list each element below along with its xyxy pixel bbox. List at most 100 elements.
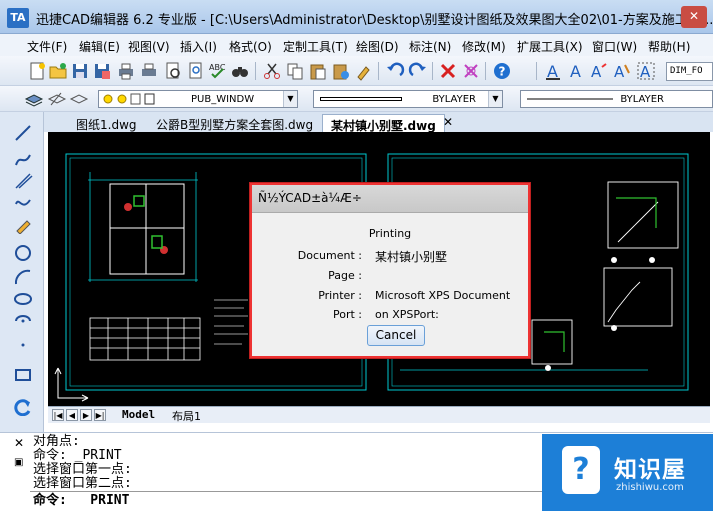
construction-line-icon[interactable] [13, 172, 33, 190]
printer-label: Printer : [318, 289, 362, 302]
menu-help[interactable]: 帮助(H) [648, 38, 690, 55]
document-label: Document : [297, 249, 362, 262]
menu-file[interactable]: 文件(F) [27, 38, 67, 55]
watermark-logo: ? 知识屋 zhishiwu.com [542, 434, 713, 511]
port-label: Port : [332, 308, 362, 321]
title-bar: TA 迅捷CAD编辑器 6.2 专业版 - [C:\Users\Administ… [0, 0, 713, 34]
menu-draw[interactable]: 绘图(D) [356, 38, 399, 55]
menu-modify[interactable]: 修改(M) [462, 38, 506, 55]
last-layout-button[interactable]: ▶| [94, 409, 106, 421]
open-file-icon[interactable] [48, 61, 68, 81]
tab-villa-plans[interactable]: 公爵B型别墅方案全套图.dwg [148, 114, 322, 132]
rectangle-icon[interactable] [13, 366, 33, 384]
arc-icon[interactable] [13, 268, 33, 286]
pin-icon[interactable]: ▣ [14, 457, 23, 468]
text-find-icon[interactable]: A [589, 61, 609, 81]
menu-dimension[interactable]: 标注(N) [409, 38, 451, 55]
paste-icon[interactable] [308, 61, 328, 81]
dialog-title-bar[interactable]: Ñ½ÝCAD±à¼­Æ÷ [252, 185, 528, 213]
circle-icon[interactable] [13, 244, 33, 262]
dimension-style-field[interactable]: DIM_FO [666, 62, 713, 81]
svg-text:?: ? [499, 65, 506, 79]
window-close-button[interactable]: ✕ [681, 6, 707, 28]
undo-icon[interactable] [385, 61, 405, 81]
next-layout-button[interactable]: ▶ [80, 409, 92, 421]
first-layout-button[interactable]: |◀ [52, 409, 64, 421]
prev-layout-button[interactable]: ◀ [66, 409, 78, 421]
logo-url: zhishiwu.com [616, 482, 684, 493]
redo-icon[interactable] [408, 61, 428, 81]
menu-window[interactable]: 窗口(W) [592, 38, 637, 55]
find-icon[interactable] [186, 61, 206, 81]
svg-text:A: A [570, 62, 581, 81]
printer-value: Microsoft XPS Document [375, 289, 511, 302]
svg-text:A: A [614, 63, 625, 81]
window-title: 迅捷CAD编辑器 6.2 专业版 - [C:\Users\Administrat… [36, 13, 713, 28]
cut-icon[interactable] [262, 61, 282, 81]
menu-format[interactable]: 格式(O) [229, 38, 272, 55]
lineweight-dropdown[interactable]: BYLAYER [520, 90, 713, 108]
tab-close-icon[interactable]: ✕ [441, 115, 455, 129]
toolbar-separator [536, 62, 537, 80]
ellipse-icon[interactable] [13, 290, 33, 308]
layer-name: PUB_WINDW [191, 94, 255, 105]
document-tabs: 图纸1.dwg 公爵B型别墅方案全套图.dwg 某村镇小别墅.dwg [44, 112, 713, 133]
delete-icon[interactable] [438, 61, 458, 81]
regenerate-icon[interactable] [13, 398, 33, 417]
cancel-button[interactable]: Cancel [367, 325, 425, 346]
text-edit-icon[interactable]: A [566, 61, 586, 81]
menu-edit[interactable]: 编辑(E) [79, 38, 120, 55]
menu-custom-tools[interactable]: 定制工具(T) [283, 38, 348, 55]
tab-model[interactable]: Model [122, 408, 155, 421]
toolbar-separator [255, 62, 256, 80]
toolbar-separator [432, 62, 433, 80]
spline-icon[interactable] [13, 194, 33, 212]
purge-icon[interactable] [461, 61, 481, 81]
layer-manager-icon[interactable] [24, 89, 44, 109]
linetype-sample [320, 97, 402, 101]
tab-village-villa[interactable]: 某村镇小别墅.dwg [322, 114, 445, 133]
spell-check-icon[interactable]: ABC [208, 61, 228, 81]
menu-view[interactable]: 视图(V) [128, 38, 170, 55]
line-icon[interactable] [13, 124, 33, 142]
ellipse-arc-icon[interactable] [13, 312, 33, 330]
toolbar-separator [485, 62, 486, 80]
copy-icon[interactable] [285, 61, 305, 81]
linetype-name: BYLAYER [432, 94, 476, 105]
linetype-dropdown[interactable]: BYLAYER ▼ [313, 90, 503, 108]
layer-state-icon[interactable] [69, 89, 89, 109]
print-setup-icon[interactable] [139, 61, 159, 81]
text-justify-icon[interactable]: A [636, 61, 656, 81]
new-file-icon[interactable] [27, 61, 47, 81]
layer-dropdown[interactable]: PUB_WINDW ▼ [98, 90, 298, 108]
save-icon[interactable] [70, 61, 90, 81]
menu-extensions[interactable]: 扩展工具(X) [517, 38, 583, 55]
binoculars-icon[interactable] [230, 61, 250, 81]
lineweight-name: BYLAYER [620, 94, 664, 105]
command-history-line: 选择窗口第一点: [33, 462, 132, 477]
point-icon[interactable] [13, 336, 33, 354]
draw-palette [0, 112, 44, 432]
menu-bar: 文件(F) 编辑(E) 视图(V) 插入(I) 格式(O) 定制工具(T) 绘图… [0, 34, 713, 56]
match-properties-icon[interactable] [354, 61, 374, 81]
command-history-line: 对角点: [33, 434, 80, 449]
help-icon[interactable]: ? [492, 61, 512, 81]
layer-previous-icon[interactable] [47, 89, 67, 109]
close-icon[interactable]: ✕ [14, 436, 24, 450]
paste-special-icon[interactable] [331, 61, 351, 81]
command-history-line: 选择窗口第二点: [33, 476, 132, 491]
chevron-down-icon[interactable]: ▼ [283, 91, 297, 107]
pencil-icon[interactable] [13, 216, 33, 235]
svg-text:A: A [640, 63, 651, 81]
save-as-icon[interactable] [92, 61, 112, 81]
tab-drawing1[interactable]: 图纸1.dwg [68, 114, 145, 132]
text-style-icon[interactable]: A [543, 61, 563, 81]
command-input[interactable]: 命令: PRINT [30, 491, 550, 511]
print-preview-icon[interactable] [163, 61, 183, 81]
polyline-icon[interactable] [13, 150, 33, 168]
text-scale-icon[interactable]: A [612, 61, 632, 81]
chevron-down-icon[interactable]: ▼ [488, 91, 502, 107]
menu-insert[interactable]: 插入(I) [180, 38, 217, 55]
tab-layout1[interactable]: 布局1 [172, 408, 201, 424]
print-icon[interactable] [116, 61, 136, 81]
